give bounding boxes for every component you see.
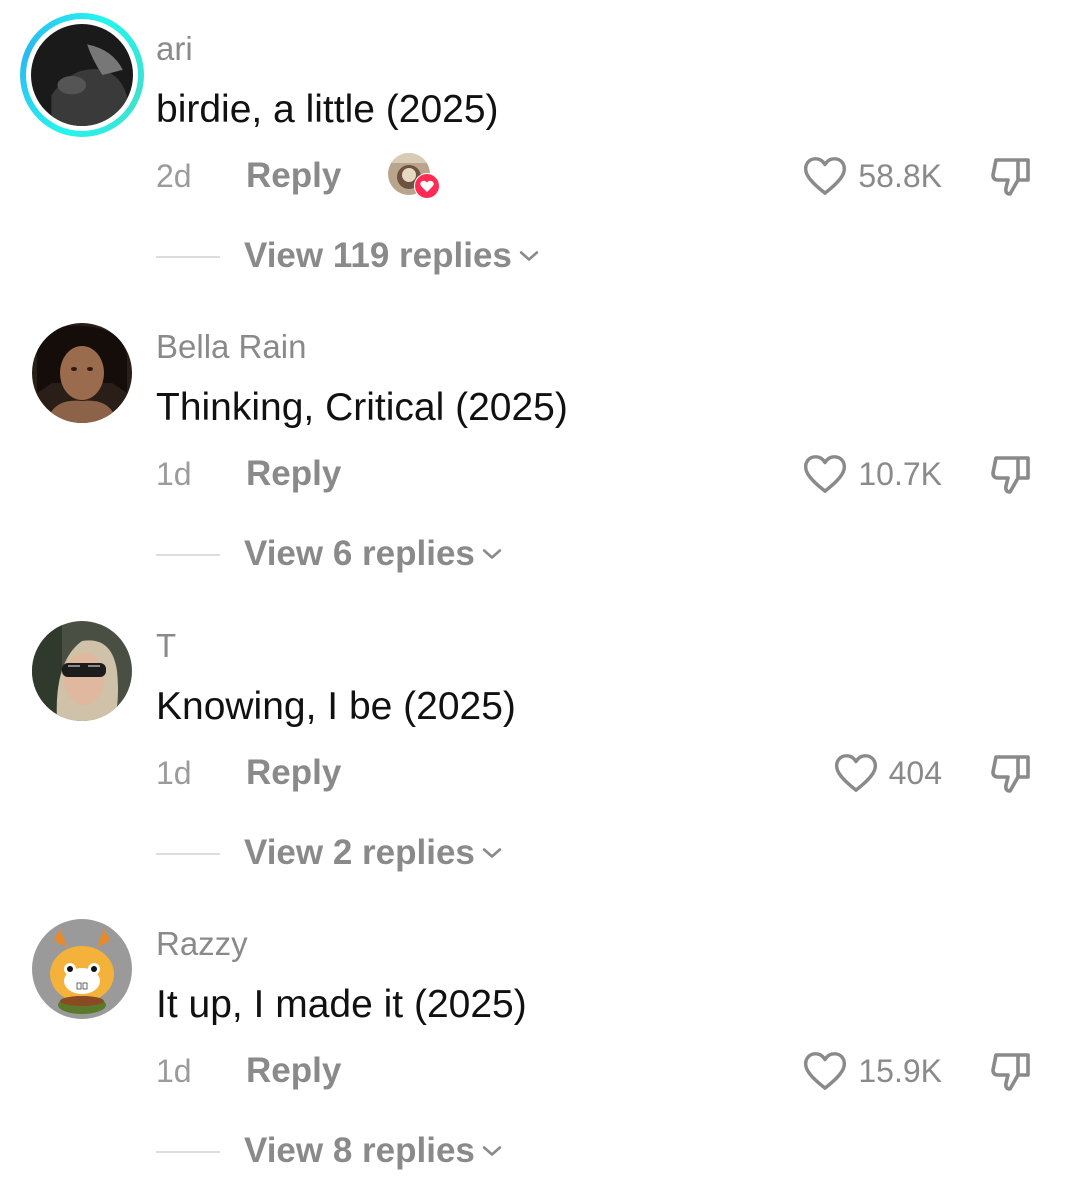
view-replies-button[interactable]: View 6 replies bbox=[244, 534, 503, 574]
chevron-down-icon bbox=[518, 249, 540, 263]
avatar-image bbox=[32, 919, 132, 1019]
avatar[interactable] bbox=[32, 323, 132, 423]
comment-timestamp: 1d bbox=[156, 456, 192, 492]
heart-badge-icon bbox=[414, 173, 440, 199]
like-count: 10.7K bbox=[858, 455, 942, 492]
story-ring[interactable] bbox=[20, 13, 144, 137]
comment-actions: 1d Reply 10.7K bbox=[156, 448, 1046, 498]
view-replies-label: View 6 replies bbox=[244, 534, 475, 573]
replies-divider bbox=[156, 1151, 220, 1153]
thumbs-down-icon[interactable] bbox=[988, 152, 1036, 200]
reply-button[interactable]: Reply bbox=[246, 753, 341, 793]
replies-row: View 8 replies bbox=[156, 1127, 756, 1175]
heart-outline-icon[interactable] bbox=[833, 752, 879, 794]
avatar[interactable] bbox=[32, 621, 132, 721]
like-button[interactable]: 10.7K bbox=[802, 452, 942, 496]
like-button[interactable]: 404 bbox=[833, 751, 942, 795]
thumbs-down-icon[interactable] bbox=[988, 749, 1036, 797]
chevron-down-icon bbox=[481, 846, 503, 860]
avatar-image bbox=[32, 621, 132, 721]
thumbs-down-icon[interactable] bbox=[988, 450, 1036, 498]
comment-item: T Knowing, I be (2025) 1d Reply 404 View… bbox=[0, 597, 1076, 895]
comment-timestamp: 1d bbox=[156, 1053, 192, 1089]
comment-text: Knowing, I be (2025) bbox=[156, 685, 516, 728]
comment-text: birdie, a little (2025) bbox=[156, 88, 499, 131]
replies-divider bbox=[156, 256, 220, 258]
replies-divider bbox=[156, 554, 220, 556]
reply-button[interactable]: Reply bbox=[246, 156, 341, 196]
thumbs-down-icon[interactable] bbox=[988, 1047, 1036, 1095]
view-replies-button[interactable]: View 2 replies bbox=[244, 833, 503, 873]
heart-outline-icon[interactable] bbox=[802, 155, 848, 197]
comment-item: ari birdie, a little (2025) 2d Reply 58.… bbox=[0, 0, 1076, 298]
comment-actions: 1d Reply 15.9K bbox=[156, 1045, 1046, 1095]
like-count: 58.8K bbox=[858, 157, 942, 194]
avatar-image bbox=[32, 323, 132, 423]
avatar[interactable] bbox=[31, 24, 133, 126]
view-replies-label: View 2 replies bbox=[244, 833, 475, 872]
like-count: 404 bbox=[888, 754, 942, 791]
view-replies-button[interactable]: View 8 replies bbox=[244, 1131, 503, 1171]
comment-text: Thinking, Critical (2025) bbox=[156, 386, 568, 429]
comment-item: Bella Rain Thinking, Critical (2025) 1d … bbox=[0, 298, 1076, 596]
view-replies-label: View 8 replies bbox=[244, 1131, 475, 1170]
comment-timestamp: 2d bbox=[156, 158, 192, 194]
comment-actions: 2d Reply 58.8K bbox=[156, 150, 1046, 200]
replies-row: View 119 replies bbox=[156, 232, 756, 280]
heart-outline-icon[interactable] bbox=[802, 453, 848, 495]
avatar-wrapper bbox=[32, 621, 136, 725]
avatar[interactable] bbox=[32, 919, 132, 1019]
replies-row: View 6 replies bbox=[156, 530, 756, 578]
comment-timestamp: 1d bbox=[156, 755, 192, 791]
creator-liked-badge bbox=[388, 153, 440, 199]
replies-divider bbox=[156, 853, 220, 855]
comment-username[interactable]: ari bbox=[156, 30, 193, 68]
view-replies-button[interactable]: View 119 replies bbox=[244, 236, 540, 276]
avatar-image bbox=[31, 24, 133, 126]
like-button[interactable]: 58.8K bbox=[802, 154, 942, 198]
comment-username[interactable]: Razzy bbox=[156, 925, 248, 963]
view-replies-label: View 119 replies bbox=[244, 236, 512, 275]
chevron-down-icon bbox=[481, 1144, 503, 1158]
comment-item: Razzy It up, I made it (2025) 1d Reply 1… bbox=[0, 895, 1076, 1193]
heart-outline-icon[interactable] bbox=[802, 1050, 848, 1092]
like-count: 15.9K bbox=[858, 1052, 942, 1089]
avatar-wrapper bbox=[32, 323, 136, 427]
replies-row: View 2 replies bbox=[156, 829, 756, 877]
comment-actions: 1d Reply 404 bbox=[156, 747, 1046, 797]
like-button[interactable]: 15.9K bbox=[802, 1049, 942, 1093]
chevron-down-icon bbox=[481, 547, 503, 561]
comment-text: It up, I made it (2025) bbox=[156, 983, 527, 1026]
comment-username[interactable]: T bbox=[156, 627, 176, 665]
avatar-wrapper bbox=[32, 919, 136, 1023]
comment-username[interactable]: Bella Rain bbox=[156, 328, 306, 366]
reply-button[interactable]: Reply bbox=[246, 1051, 341, 1091]
reply-button[interactable]: Reply bbox=[246, 454, 341, 494]
